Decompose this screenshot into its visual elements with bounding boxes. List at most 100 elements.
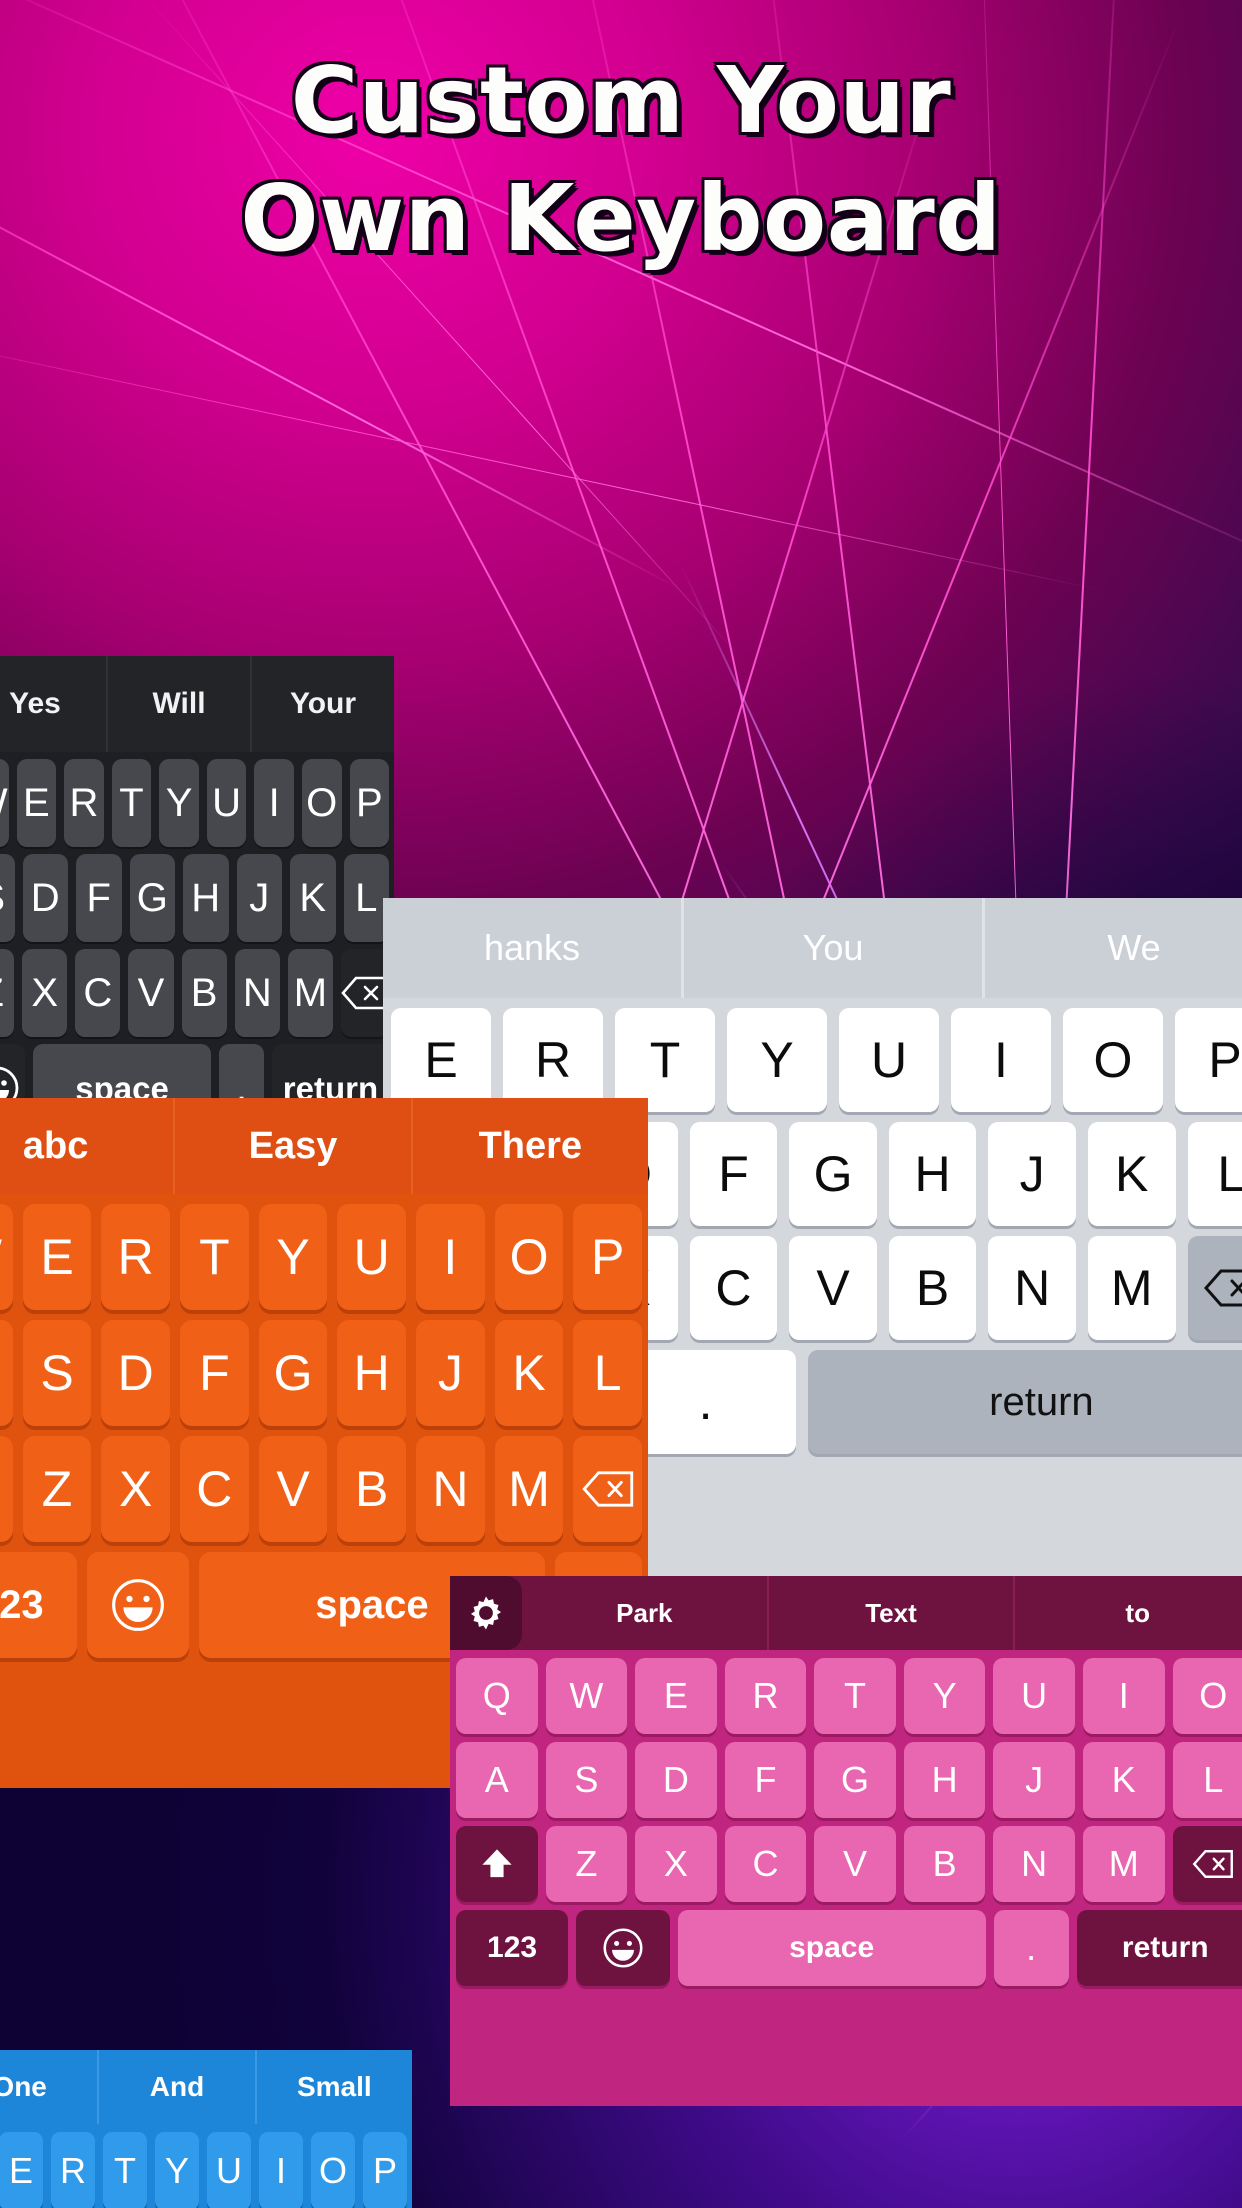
key-s[interactable]: S bbox=[22, 1320, 92, 1426]
key-t[interactable]: T bbox=[103, 2132, 147, 2208]
key-o[interactable]: O bbox=[494, 1204, 564, 1310]
key-b[interactable]: B bbox=[888, 1236, 977, 1340]
key-h[interactable]: H bbox=[888, 1122, 977, 1226]
key-g[interactable]: G bbox=[258, 1320, 328, 1426]
key-m[interactable]: M bbox=[494, 1436, 564, 1542]
key-t[interactable]: T bbox=[111, 759, 152, 847]
key-u[interactable]: U bbox=[839, 1008, 939, 1112]
return-key[interactable]: return bbox=[807, 1350, 1242, 1454]
key-k[interactable]: K bbox=[290, 854, 336, 942]
key-e[interactable]: E bbox=[0, 2132, 43, 2208]
suggestion-item[interactable]: We bbox=[985, 898, 1242, 998]
key-p[interactable]: P bbox=[349, 759, 390, 847]
return-key[interactable]: return bbox=[1076, 1910, 1242, 1986]
key-f[interactable]: F bbox=[724, 1742, 807, 1818]
settings-key[interactable] bbox=[450, 1576, 522, 1650]
key-f[interactable]: F bbox=[180, 1320, 249, 1426]
key-e[interactable]: E bbox=[635, 1658, 717, 1734]
suggestion-item[interactable]: Park bbox=[522, 1576, 769, 1650]
key-z[interactable]: Z bbox=[22, 1436, 92, 1542]
key-l[interactable]: L bbox=[1187, 1122, 1242, 1226]
key-q[interactable]: Q bbox=[456, 1658, 538, 1734]
key-w[interactable]: W bbox=[0, 759, 9, 847]
key-v[interactable]: V bbox=[789, 1236, 877, 1340]
numbers-key[interactable]: 123 bbox=[456, 1910, 569, 1986]
key-n[interactable]: N bbox=[234, 949, 280, 1037]
key-m[interactable]: M bbox=[287, 949, 333, 1037]
key-n[interactable]: N bbox=[416, 1436, 485, 1542]
key-p[interactable]: P bbox=[1175, 1008, 1242, 1112]
suggestion-item[interactable]: Text bbox=[769, 1576, 1016, 1650]
key-v[interactable]: V bbox=[128, 949, 174, 1037]
key-w[interactable]: W bbox=[545, 1658, 628, 1734]
shift-key[interactable] bbox=[456, 1826, 538, 1902]
key-j[interactable]: J bbox=[236, 854, 282, 942]
suggestion-item[interactable]: And bbox=[99, 2050, 257, 2124]
key-c[interactable]: C bbox=[75, 949, 121, 1037]
key-i[interactable]: I bbox=[259, 2132, 303, 2208]
key-g[interactable]: G bbox=[789, 1122, 877, 1226]
key-f[interactable]: F bbox=[76, 854, 122, 942]
key-p[interactable]: P bbox=[363, 2132, 407, 2208]
key-b[interactable]: B bbox=[903, 1826, 986, 1902]
space-key[interactable]: space bbox=[677, 1910, 986, 1986]
key-b[interactable]: B bbox=[337, 1436, 407, 1542]
key-o[interactable]: O bbox=[301, 759, 342, 847]
key-y[interactable]: Y bbox=[727, 1008, 827, 1112]
key-b[interactable]: B bbox=[181, 949, 227, 1037]
key-i[interactable]: I bbox=[951, 1008, 1051, 1112]
backspace-key[interactable] bbox=[1172, 1826, 1242, 1902]
key-r[interactable]: R bbox=[64, 759, 104, 847]
key-d[interactable]: D bbox=[635, 1742, 717, 1818]
key-s[interactable]: S bbox=[545, 1742, 628, 1818]
key-i[interactable]: I bbox=[254, 759, 294, 847]
key-n[interactable]: N bbox=[988, 1236, 1076, 1340]
key-e[interactable]: E bbox=[391, 1008, 491, 1112]
numbers-key[interactable]: 123 bbox=[0, 1552, 77, 1658]
key-o[interactable]: O bbox=[1172, 1658, 1242, 1734]
period-key[interactable]: . bbox=[993, 1910, 1069, 1986]
key-y[interactable]: Y bbox=[903, 1658, 986, 1734]
key-u[interactable]: U bbox=[993, 1658, 1075, 1734]
key-j[interactable]: J bbox=[416, 1320, 485, 1426]
key-e[interactable]: E bbox=[16, 759, 57, 847]
key-u[interactable]: U bbox=[207, 2132, 251, 2208]
suggestion-item[interactable]: You bbox=[684, 898, 985, 998]
key-l[interactable]: L bbox=[573, 1320, 643, 1426]
suggestion-item[interactable]: There bbox=[413, 1098, 648, 1194]
key-j[interactable]: J bbox=[988, 1122, 1076, 1226]
suggestion-item[interactable]: Your bbox=[252, 656, 394, 752]
key-x[interactable]: X bbox=[635, 1826, 717, 1902]
key-r[interactable]: R bbox=[503, 1008, 603, 1112]
backspace-key[interactable] bbox=[573, 1436, 643, 1542]
key-c[interactable]: C bbox=[724, 1826, 807, 1902]
suggestion-item[interactable]: hanks bbox=[383, 898, 684, 998]
key-e[interactable]: E bbox=[22, 1204, 92, 1310]
key-g[interactable]: G bbox=[814, 1742, 896, 1818]
suggestion-item[interactable]: Easy bbox=[175, 1098, 413, 1194]
key-a[interactable]: A bbox=[456, 1742, 538, 1818]
key-p[interactable]: P bbox=[573, 1204, 643, 1310]
key-r[interactable]: R bbox=[101, 1204, 171, 1310]
key-n[interactable]: N bbox=[993, 1826, 1075, 1902]
key-t[interactable]: T bbox=[814, 1658, 896, 1734]
key-y[interactable]: Y bbox=[155, 2132, 199, 2208]
backspace-key[interactable] bbox=[340, 949, 389, 1037]
suggestion-item[interactable]: to bbox=[1015, 1576, 1242, 1650]
suggestion-item[interactable]: One bbox=[0, 2050, 100, 2124]
suggestion-item[interactable]: abc bbox=[0, 1098, 176, 1194]
key-i[interactable]: I bbox=[416, 1204, 485, 1310]
pink-theme-keyboard[interactable]: Park Text to Q W E R T Y U I O A S D F G… bbox=[450, 1576, 1242, 2106]
key-d[interactable]: D bbox=[101, 1320, 171, 1426]
key-y[interactable]: Y bbox=[159, 759, 199, 847]
suggestion-item[interactable]: Small bbox=[257, 2050, 412, 2124]
key-k[interactable]: K bbox=[1082, 1742, 1165, 1818]
key-v[interactable]: V bbox=[258, 1436, 328, 1542]
key-g[interactable]: G bbox=[129, 854, 175, 942]
key-x[interactable]: X bbox=[22, 949, 68, 1037]
key-h[interactable]: H bbox=[183, 854, 229, 942]
key-v[interactable]: V bbox=[814, 1826, 896, 1902]
key-t[interactable]: T bbox=[180, 1204, 249, 1310]
key-d[interactable]: D bbox=[22, 854, 68, 942]
key-c[interactable]: C bbox=[180, 1436, 249, 1542]
